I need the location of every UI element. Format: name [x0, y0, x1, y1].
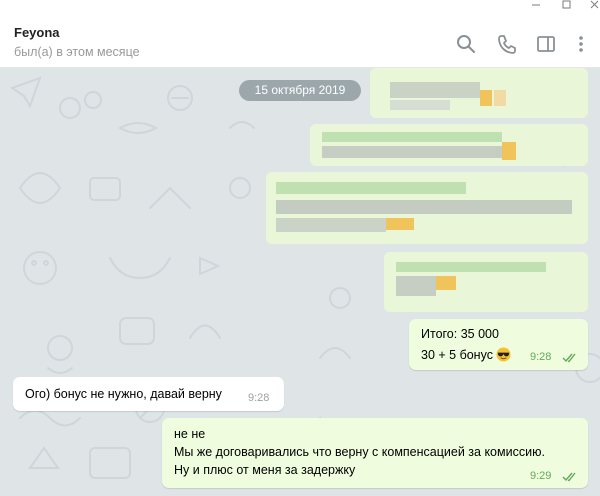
search-icon[interactable]	[455, 33, 477, 55]
phone-icon[interactable]	[496, 33, 518, 55]
message-line: Ого) бонус не нужно, давай верну	[25, 387, 222, 401]
chat-title[interactable]: Feyona	[14, 25, 60, 40]
blurred-message	[310, 124, 588, 166]
message-line: Ну и плюс от меня за задержку	[174, 463, 356, 477]
more-options-icon[interactable]	[570, 33, 592, 55]
message-line: 30 + 5 бонус	[421, 347, 511, 362]
blurred-message	[384, 252, 588, 312]
message-line: Итого: 35 000	[421, 327, 499, 341]
incoming-message[interactable]: Ого) бонус не нужно, давай верну 9:28	[13, 377, 284, 411]
read-checkmark-icon	[562, 472, 576, 482]
minimize-icon[interactable]	[526, 0, 546, 14]
chat-status: был(а) в этом месяце	[14, 45, 140, 59]
maximize-icon[interactable]	[557, 0, 577, 14]
message-time: 9:28	[248, 392, 270, 404]
close-icon[interactable]	[586, 0, 600, 14]
date-separator: 15 октября 2019	[239, 80, 361, 101]
outgoing-message[interactable]: Итого: 35 000 30 + 5 бонус 9:28	[409, 319, 588, 370]
message-time: 9:29	[530, 470, 552, 482]
sidebar-toggle-icon[interactable]	[535, 33, 557, 55]
message-line: Мы же договаривались что верну с компенс…	[174, 445, 545, 459]
message-time: 9:28	[530, 351, 552, 363]
message-list[interactable]: 15 октября 2019 Итого: 35 000 30 + 5 бон…	[0, 68, 600, 496]
message-line-text: 30 + 5 бонус	[421, 348, 493, 362]
blurred-message	[266, 172, 588, 244]
outgoing-message[interactable]: не не Мы же договаривались что верну с к…	[162, 418, 588, 488]
window-titlebar	[0, 0, 600, 14]
sunglasses-emoji-icon	[496, 347, 511, 362]
read-checkmark-icon	[562, 353, 576, 363]
blurred-message	[370, 68, 588, 118]
message-line: не не	[174, 427, 206, 441]
chat-header: Feyona был(а) в этом месяце	[0, 14, 600, 68]
